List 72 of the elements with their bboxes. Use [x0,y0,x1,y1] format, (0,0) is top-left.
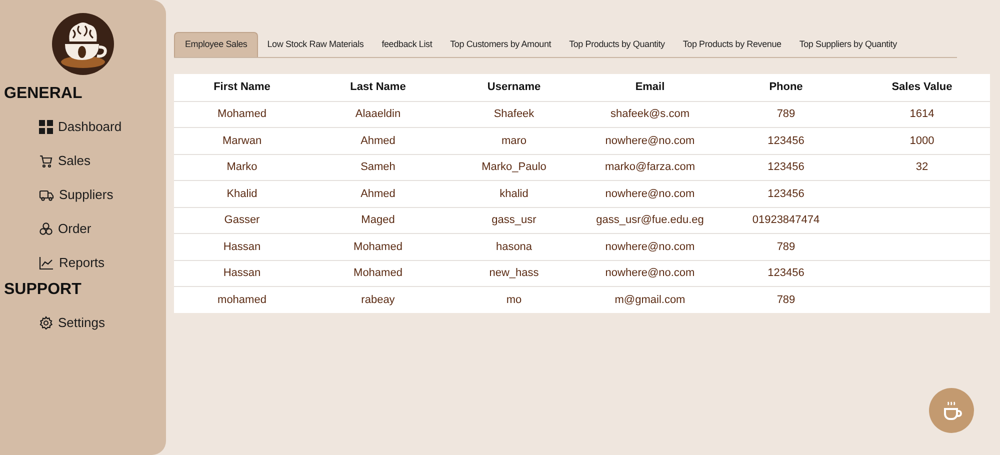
nav-link[interactable]: Settings [0,306,166,340]
boxes-icon [39,222,53,236]
table-cell: khalid [500,188,528,200]
settings-icon [39,316,53,330]
column-header: Sales Value [854,74,990,101]
table-cell: hasona [496,240,532,252]
table-cell: 1614 [910,108,934,120]
table-cell: Mohamed [354,240,402,252]
table-cell: Sameh [360,161,396,173]
tab[interactable]: Top Suppliers by Quantity [790,32,906,57]
tab[interactable]: feedback List [372,32,442,57]
table-cell: 789 [776,240,796,252]
table-cell: m@gmail.com [614,294,686,306]
table-cell: rabeay [361,294,395,306]
table-cell: Mohamed [218,108,266,120]
table-cell: Maged [361,214,395,226]
tab[interactable]: Low Stock Raw Materials [258,32,373,57]
table-cell: Hassan [223,267,261,279]
table-cell: Gasser [224,214,260,226]
table-cell: nowhere@no.com [605,267,695,279]
table-cell: 123456 [768,134,804,146]
section-heading: SUPPORT [3,280,82,300]
nav-link[interactable]: Suppliers [0,178,166,212]
table-cell: Alaaeldin [355,108,401,120]
table-cell: 01923847474 [752,214,820,226]
table-cell: 789 [776,294,796,306]
nav-link[interactable]: Order [0,212,166,246]
dashboard-icon [39,120,53,134]
column-header: Username [446,74,582,101]
column-header: Email [582,74,718,101]
table-cell: nowhere@no.com [605,134,695,146]
tab[interactable]: Employee Sales [174,32,258,57]
table-cell: Khalid [226,188,258,200]
table-cell: maro [501,134,527,146]
table-cell: Hassan [223,240,261,252]
table-cell: 32 [916,161,928,173]
column-header: Last Name [310,74,446,101]
table-cell: Marwan [222,134,262,146]
table-cell: shafeek@s.com [610,108,690,120]
table-cell: Shafeek [494,108,534,120]
truck-icon [39,188,54,202]
shopping-cart-icon [39,154,53,168]
nav-link[interactable]: Reports [0,246,166,280]
table-cell: 123456 [768,161,804,173]
coffee-cup-button[interactable] [929,388,974,433]
table-cell: new_hass [489,267,539,279]
table-cell: 1000 [910,134,934,146]
table-cell: nowhere@no.com [605,240,695,252]
table-cell: Marko_Paulo [482,161,546,173]
table-cell: 123456 [768,267,804,279]
nav-link[interactable]: Dashboard [0,110,166,144]
table-cell: gass_usr [492,214,536,226]
table-cell: gass_usr@fue.edu.eg [596,214,704,226]
table-cell: marko@farza.com [604,161,696,173]
column-header: Phone [718,74,854,101]
column-header: First Name [174,74,310,101]
section-heading: GENERAL [3,84,84,104]
tab[interactable]: Top Products by Revenue [674,32,790,57]
tab[interactable]: Top Customers by Amount [441,32,560,57]
table-cell: 123456 [768,188,804,200]
line-chart-icon [39,256,54,270]
table-cell: Mohamed [354,267,402,279]
table-cell: nowhere@no.com [605,188,695,200]
table-cell: mo [506,294,522,306]
coffee-cup-logo [51,12,115,76]
table-cell: 789 [776,108,796,120]
nav-link[interactable]: Sales [0,144,166,178]
tab[interactable]: Top Products by Quantity [560,32,674,57]
table-cell: Ahmed [360,134,396,146]
table-cell: Ahmed [360,188,396,200]
table-cell: Marko [226,161,258,173]
table-cell: mohamed [218,294,266,306]
